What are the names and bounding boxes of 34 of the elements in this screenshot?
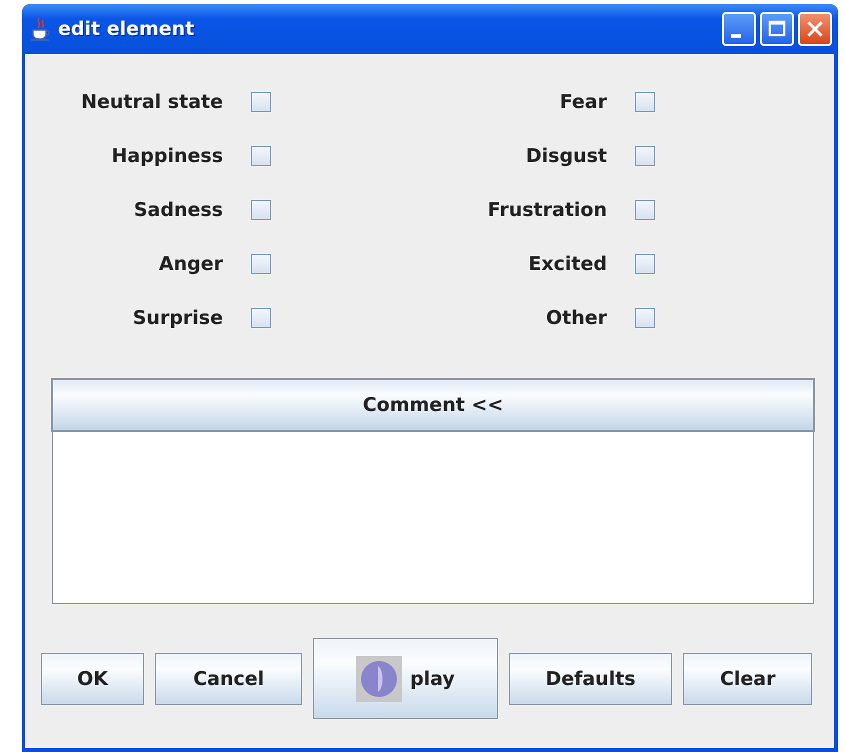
play-button[interactable]: play bbox=[313, 638, 498, 719]
checkbox[interactable] bbox=[635, 92, 655, 112]
dialog-button[interactable]: Defaults bbox=[508, 652, 672, 704]
checkbox[interactable] bbox=[251, 254, 271, 274]
play-icon bbox=[356, 656, 402, 702]
checkbox-label: Excited bbox=[527, 253, 607, 275]
checkbox-label: Anger bbox=[158, 253, 223, 275]
checkbox-label: Happiness bbox=[110, 145, 223, 167]
checkbox-label: Surprise bbox=[132, 307, 223, 329]
checkbox-label: Fear bbox=[558, 91, 607, 113]
checkbox[interactable] bbox=[251, 146, 271, 166]
window-title: edit element bbox=[58, 18, 194, 40]
dialog-button[interactable]: OK bbox=[41, 652, 144, 704]
checkbox[interactable] bbox=[251, 200, 271, 220]
checkbox[interactable] bbox=[251, 308, 271, 328]
checkbox-label: Other bbox=[544, 307, 607, 329]
dialog-button[interactable]: Cancel bbox=[155, 652, 302, 704]
checkbox[interactable] bbox=[635, 308, 655, 328]
checkbox[interactable] bbox=[635, 254, 655, 274]
checkbox[interactable] bbox=[251, 92, 271, 112]
dialog-button[interactable]: Clear bbox=[683, 652, 812, 704]
minimize-button[interactable] bbox=[722, 12, 756, 46]
minimize-icon bbox=[731, 34, 741, 38]
checkbox[interactable] bbox=[635, 146, 655, 166]
checkbox[interactable] bbox=[635, 200, 655, 220]
close-button[interactable] bbox=[798, 12, 832, 46]
checkbox-label: Sadness bbox=[132, 199, 223, 221]
checkbox-label: Disgust bbox=[524, 145, 607, 167]
maximize-button[interactable] bbox=[760, 12, 794, 46]
checkbox-label: Neutral state bbox=[80, 91, 223, 113]
coffee-cup-icon bbox=[30, 17, 52, 41]
comment-toggle-button[interactable]: Comment << bbox=[51, 378, 815, 432]
checkbox-label: Frustration bbox=[486, 199, 607, 221]
comment-field[interactable] bbox=[52, 432, 814, 604]
